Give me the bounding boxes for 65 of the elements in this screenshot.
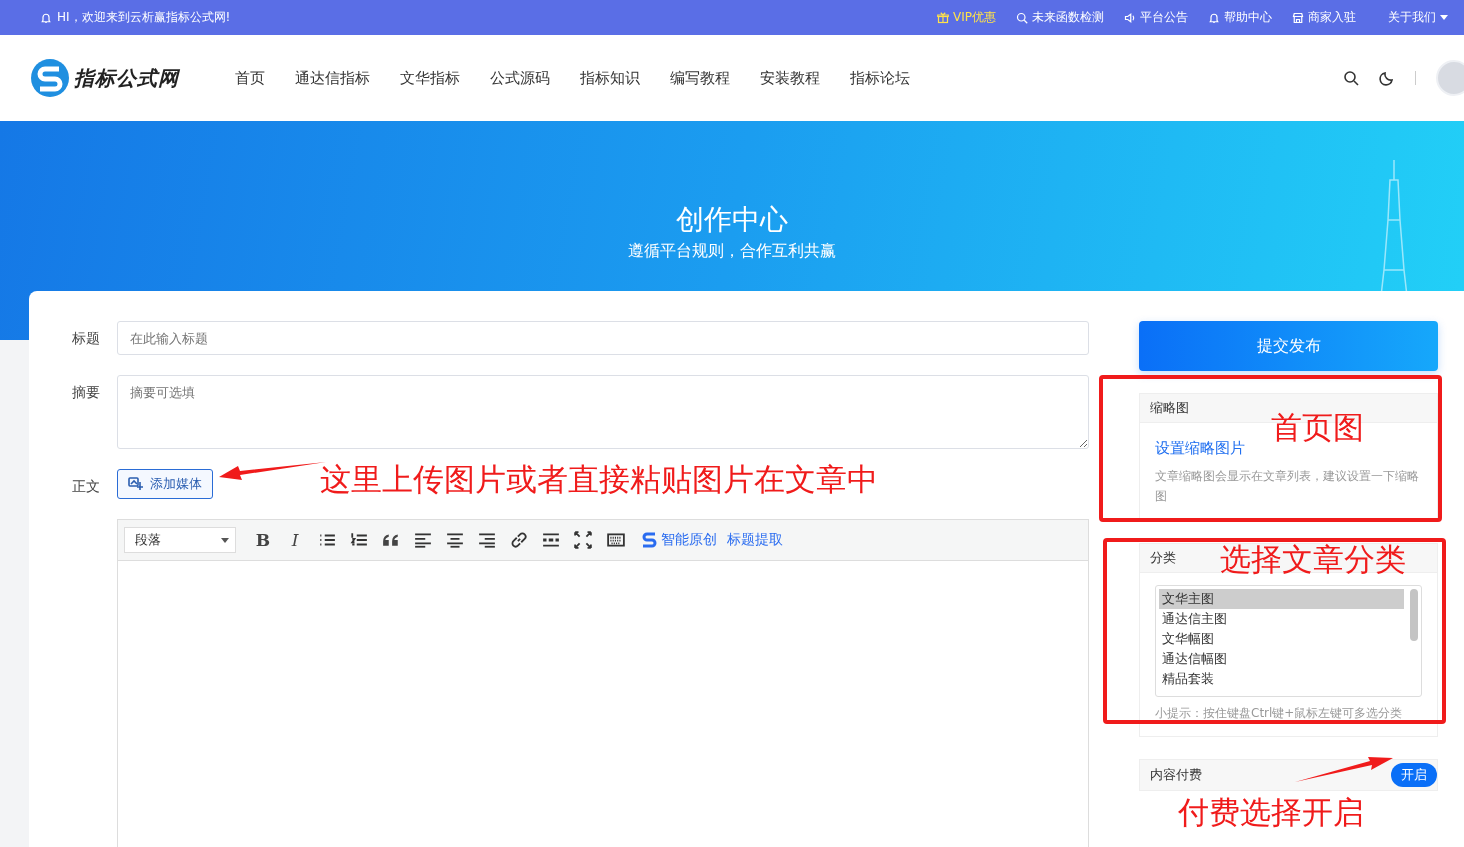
title-field[interactable]: 在此输入标题 [117,321,1089,355]
nav-link[interactable]: 首页 [235,68,265,88]
search-icon [1343,70,1359,86]
nav-link[interactable]: 安装教程 [760,68,820,88]
field-label: 正文 [72,477,101,496]
category-option[interactable]: 精品套装 [1159,669,1404,689]
format-select[interactable]: 段落 [124,527,236,553]
nav-link[interactable]: 文华指标 [400,68,460,88]
quote-icon [382,531,400,549]
field-label: 标题 [72,329,101,348]
top-link[interactable]: VIP优惠 [937,9,996,26]
smart-original-link[interactable]: 智能原创 [640,531,717,549]
media-icon [128,476,144,492]
store-icon [1292,11,1304,24]
caret-icon [221,537,229,543]
hero-subtitle: 遵循平台规则，合作互利共赢 [628,241,836,262]
align-right-icon [478,531,496,549]
speaker-icon [1124,11,1136,24]
insert-more-icon [542,531,560,549]
search-icon [1016,11,1028,24]
bold-button[interactable]: B [254,530,272,550]
paid-label: 内容付费 [1150,766,1202,784]
hint-text: 文章缩略图会显示在文章列表，建议设置一下缩略图 [1155,468,1420,505]
category-option[interactable]: 通达信幅图 [1159,649,1404,669]
category-option[interactable]: 文华幅图 [1159,629,1404,649]
bell-icon [1208,11,1220,24]
nav-link[interactable]: 通达信指标 [295,68,370,88]
nav-link[interactable]: 指标论坛 [850,68,910,88]
bell-icon [40,11,52,24]
avatar[interactable] [1436,60,1464,96]
add-media-button[interactable]: 添加媒体 [117,469,213,499]
top-link[interactable]: 关于我们 [1388,9,1448,26]
link-icon [510,531,528,549]
greeting-text: HI，欢迎来到云析赢指标公式网! [57,9,231,26]
align-left-icon [414,531,432,549]
hero-title: 创作中心 [676,202,788,238]
moon-icon [1379,70,1395,86]
annotation-text: 选择文章分类 [1220,541,1406,579]
top-link[interactable]: 未来函数检测 [1016,9,1104,26]
logo-text: 指标公式网 [74,64,179,92]
annotation-text: 付费选择开启 [1178,794,1364,832]
field-label: 摘要 [72,383,101,402]
top-link[interactable]: 商家入驻 [1292,9,1356,26]
scrollbar[interactable] [1410,589,1418,641]
tip-text: 小提示：按住键盘Ctrl键+鼠标左键可多选分类 [1155,705,1404,722]
summary-field[interactable]: 摘要可选填 [117,375,1089,449]
category-option[interactable]: 文华主图 [1159,589,1404,609]
nav-link[interactable]: 指标知识 [580,68,640,88]
nav-link[interactable]: 公式源码 [490,68,550,88]
toggle-button[interactable]: 开启 [1391,763,1437,787]
fullscreen-icon [574,531,592,549]
top-link[interactable]: 平台公告 [1124,9,1188,26]
italic-button[interactable]: I [286,530,304,550]
gift-icon [937,11,949,24]
category-list[interactable]: 文华主图 通达信主图 文华幅图 通达信幅图 精品套装 [1155,585,1422,697]
align-center-icon [446,531,464,549]
annotation-text: 这里上传图片或者直接粘贴图片在文章中 [320,461,878,499]
keyboard-icon [606,531,626,549]
brand-icon [640,531,658,549]
top-link[interactable]: 帮助中心 [1208,9,1272,26]
extract-title-link[interactable]: 标题提取 [727,531,783,549]
category-option[interactable]: 通达信主图 [1159,609,1404,629]
logo-icon [30,58,70,98]
caret-icon [1440,15,1448,20]
nav-link[interactable]: 编写教程 [670,68,730,88]
